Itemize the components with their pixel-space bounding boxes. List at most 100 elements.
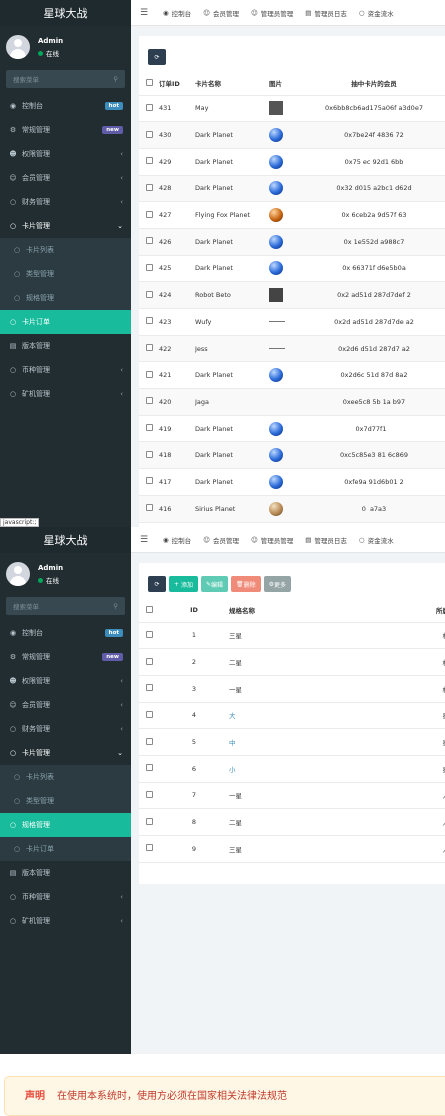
menu-search-input[interactable]: 搜索菜单 ⚲ [6,70,125,88]
select-all-checkbox[interactable] [145,78,153,86]
row-checkbox[interactable] [145,103,153,111]
tab-admin[interactable]: ☺ 管理员管理 [245,8,299,18]
table-row[interactable]: 8二星人 [139,808,445,836]
more-button[interactable]: ⚙ 更多 [263,576,292,592]
planet-image[interactable] [269,501,283,516]
sidebar-item-miner[interactable]: ○ 矿机管理 ‹ [0,909,131,933]
card-image[interactable] [269,348,285,350]
tab-dashboard[interactable]: ◉ 控制台 [157,8,197,18]
sidebar-item-finance[interactable]: ○ 财务管理 ‹ [0,717,131,741]
sidebar-item-card-spec[interactable]: ○ 规格管理 [0,813,131,837]
planet-image[interactable] [269,128,283,143]
row-checkbox[interactable] [145,370,153,378]
search-icon[interactable]: ⚲ [113,75,118,83]
row-checkbox[interactable] [145,844,153,852]
row-checkbox[interactable] [145,210,153,218]
row-checkbox[interactable] [145,710,153,718]
sidebar-item-card-list[interactable]: ○ 卡片列表 [0,238,131,262]
row-checkbox[interactable] [145,630,153,638]
planet-image[interactable] [269,474,283,489]
search-icon[interactable]: ⚲ [113,602,118,610]
planet-image[interactable] [269,154,283,169]
table-row[interactable]: 5中星 [139,728,445,756]
sidebar-item-miner[interactable]: ○ 矿机管理 ‹ [0,382,131,406]
table-row[interactable]: 2二星机 [139,648,445,676]
row-checkbox[interactable] [145,183,153,191]
row-checkbox[interactable] [145,344,153,352]
table-row[interactable]: 7一星人 [139,782,445,810]
column-header[interactable]: 规格名称 [229,599,409,623]
table-row[interactable]: 6小星 [139,755,445,783]
sidebar-item-version[interactable]: ▤ 版本管理 [0,334,131,358]
table-row[interactable]: 9三星人 [139,835,445,863]
planet-image[interactable] [269,181,283,196]
sidebar-item-general[interactable]: ⚙ 常规管理 new [0,118,131,142]
delete-button[interactable]: 🗑 删除 [231,576,261,592]
row-checkbox[interactable] [145,477,153,485]
sidebar-item-dashboard[interactable]: ◉ 控制台 hot [0,621,131,645]
table-row[interactable]: 416 Sirius Planet 0 a7a3 [139,495,445,523]
table-row[interactable]: 420 Jaga 0xee5c8 5b 1a b97 [139,388,445,416]
sidebar-item-card-type[interactable]: ○ 类型管理 [0,789,131,813]
tab-admin-log[interactable]: ▤ 管理员日志 [299,535,353,545]
table-row[interactable]: 429 Dark Planet 0x75 ec 92d1 6bb [139,148,445,176]
row-checkbox[interactable] [145,450,153,458]
sidebar-item-member[interactable]: ☺ 会员管理 ‹ [0,693,131,717]
sidebar-item-card-order[interactable]: ○ 卡片订单 [0,837,131,861]
row-checkbox[interactable] [145,157,153,165]
table-row[interactable]: 424 Robot Beto 0x2 ad51d 287d7def 2 [139,281,445,309]
tab-funds[interactable]: ○ 资金流水 [353,8,400,18]
sidebar-item-card[interactable]: ○ 卡片管理 ⌄ [0,214,131,238]
table-row[interactable]: 3一星机 [139,675,445,703]
refresh-button[interactable]: ⟳ [148,576,166,592]
row-checkbox[interactable] [145,290,153,298]
sidebar-item-currency[interactable]: ○ 币种管理 ‹ [0,358,131,382]
table-row[interactable]: 419 Dark Planet 0x7d77f1 [139,415,445,443]
row-checkbox[interactable] [145,317,153,325]
column-header[interactable]: ID [159,599,229,623]
tab-admin-log[interactable]: ▤ 管理员日志 [299,8,353,18]
sidebar-item-finance[interactable]: ○ 财务管理 ‹ [0,190,131,214]
tab-dashboard[interactable]: ◉ 控制台 [157,535,197,545]
planet-image[interactable] [269,234,283,249]
planet-image[interactable] [269,261,283,276]
tab-member[interactable]: ☺ 会员管理 [197,8,245,18]
sidebar-item-auth[interactable]: ☻ 权限管理 ‹ [0,669,131,693]
sidebar-item-version[interactable]: ▤ 版本管理 [0,861,131,885]
planet-image[interactable] [269,368,283,383]
sidebar-item-card-type[interactable]: ○ 类型管理 [0,262,131,286]
row-checkbox[interactable] [145,737,153,745]
sidebar-item-card-order[interactable]: ○ 卡片订单 [0,310,131,334]
row-checkbox[interactable] [145,504,153,512]
row-checkbox[interactable] [145,263,153,271]
planet-image[interactable] [269,421,283,436]
sidebar-item-currency[interactable]: ○ 币种管理 ‹ [0,885,131,909]
planet-image[interactable] [269,448,283,463]
tab-funds[interactable]: ○ 资金流水 [353,535,400,545]
column-header[interactable]: 订单ID [159,72,195,96]
sidebar-item-card[interactable]: ○ 卡片管理 ⌄ [0,741,131,765]
app-title[interactable]: 星球大战 [0,0,131,26]
edit-button[interactable]: ✎ 编辑 [200,576,228,592]
row-checkbox[interactable] [145,237,153,245]
table-row[interactable]: 1三星机 [139,622,445,650]
table-row[interactable]: 421 Dark Planet 0x2d6c 51d 87d 8a2 [139,361,445,390]
table-row[interactable]: 426 Dark Planet 0x 1e552d a988c7 [139,228,445,256]
table-row[interactable]: 422 Jess 0x2d6 d51d 287d7 a2 [139,335,445,363]
planet-image[interactable] [269,208,283,223]
card-image[interactable] [269,321,285,323]
table-row[interactable]: 4大星 [139,702,445,730]
row-checkbox[interactable] [145,684,153,692]
column-header[interactable]: 所属 [409,599,445,623]
table-row[interactable]: 427 Flying Fox Planet 0x 6ceb2a 9d57f 63 [139,201,445,229]
menu-toggle-icon[interactable]: ☰ [131,8,157,18]
table-row[interactable]: 425 Dark Planet 0x 66371f d6e5b0a [139,255,445,283]
select-all-checkbox[interactable] [145,605,153,613]
row-checkbox[interactable] [145,397,153,405]
menu-search-input[interactable]: 搜索菜单 ⚲ [6,597,125,615]
tab-admin[interactable]: ☺ 管理员管理 [245,535,299,545]
row-checkbox[interactable] [145,790,153,798]
sidebar-item-dashboard[interactable]: ◉ 控制台 hot [0,94,131,118]
row-checkbox[interactable] [145,764,153,772]
row-checkbox[interactable] [145,130,153,138]
